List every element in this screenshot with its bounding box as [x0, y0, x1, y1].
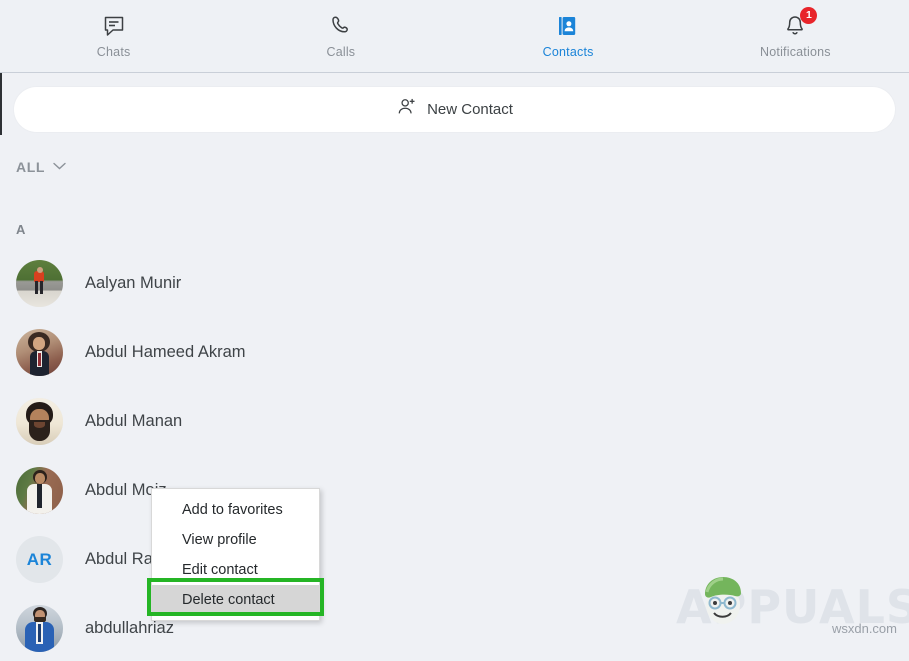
nav-tab-label-calls: Calls: [326, 45, 356, 59]
contact-list-item[interactable]: abdullahriaz: [0, 594, 909, 661]
new-contact-button[interactable]: New Contact: [14, 86, 895, 132]
avatar-initials-text: AR: [26, 549, 53, 569]
window-left-edge: [0, 73, 2, 135]
section-header-letter: A: [16, 222, 26, 237]
contact-name: abdullahriaz: [85, 619, 174, 637]
context-menu-item-view-profile[interactable]: View profile: [152, 525, 319, 555]
avatar: [16, 260, 63, 307]
contact-name: Aalyan Munir: [85, 274, 182, 292]
contact-name: Abdul Ra: [85, 550, 153, 568]
chevron-down-icon: [52, 158, 67, 176]
contact-list-item[interactable]: AR Abdul Ra: [0, 525, 909, 594]
context-menu-item-add-to-favorites[interactable]: Add to favorites: [152, 495, 319, 525]
contact-name: Abdul Manan: [85, 412, 183, 430]
context-menu-item-delete-contact[interactable]: Delete contact: [152, 585, 319, 615]
context-menu-item-label: Add to favorites: [182, 502, 283, 518]
new-contact-label: New Contact: [427, 100, 513, 118]
nav-tab-label-notifications: Notifications: [760, 45, 831, 59]
nav-tab-label-chats: Chats: [96, 45, 131, 59]
contacts-app-window: Chats Calls Contacts 1 Notifications New…: [0, 0, 909, 661]
nav-tab-notifications[interactable]: 1 Notifications: [682, 0, 909, 72]
contact-list-item[interactable]: Abdul Hameed Akram: [0, 318, 909, 387]
context-menu-item-label: Edit contact: [182, 562, 258, 578]
filter-dropdown[interactable]: ALL: [16, 158, 67, 176]
nav-tab-contacts[interactable]: Contacts: [455, 0, 682, 72]
filter-label: ALL: [16, 159, 46, 175]
avatar: [16, 398, 63, 445]
top-navigation-bar: Chats Calls Contacts 1 Notifications: [0, 0, 909, 73]
contact-list-item[interactable]: Abdul Moiz: [0, 456, 909, 525]
avatar: [16, 467, 63, 514]
avatar: [16, 329, 63, 376]
nav-tab-label-contacts: Contacts: [542, 45, 594, 59]
avatar-initials: AR: [16, 536, 63, 583]
context-menu-item-edit-contact[interactable]: Edit contact: [152, 555, 319, 585]
contacts-list: Aalyan Munir Abdul Hameed Akram Abdul Ma…: [0, 249, 909, 661]
contact-list-item[interactable]: Abdul Manan: [0, 387, 909, 456]
new-contact-bar: New Contact: [0, 73, 909, 145]
context-menu-item-label: View profile: [182, 532, 257, 548]
contact-context-menu: Add to favorites View profile Edit conta…: [151, 488, 320, 621]
avatar: [16, 605, 63, 652]
chat-bubble-icon: [101, 13, 127, 39]
notification-badge: 1: [800, 7, 818, 24]
phone-handset-icon: [328, 13, 354, 39]
contact-list-item[interactable]: Aalyan Munir: [0, 249, 909, 318]
context-menu-item-label: Delete contact: [182, 592, 275, 608]
nav-tab-calls[interactable]: Calls: [227, 0, 454, 72]
contact-name: Abdul Hameed Akram: [85, 343, 246, 361]
address-book-icon: [555, 13, 581, 39]
bell-icon: 1: [782, 7, 818, 39]
nav-tab-chats[interactable]: Chats: [0, 0, 227, 72]
person-add-icon: [396, 96, 418, 123]
